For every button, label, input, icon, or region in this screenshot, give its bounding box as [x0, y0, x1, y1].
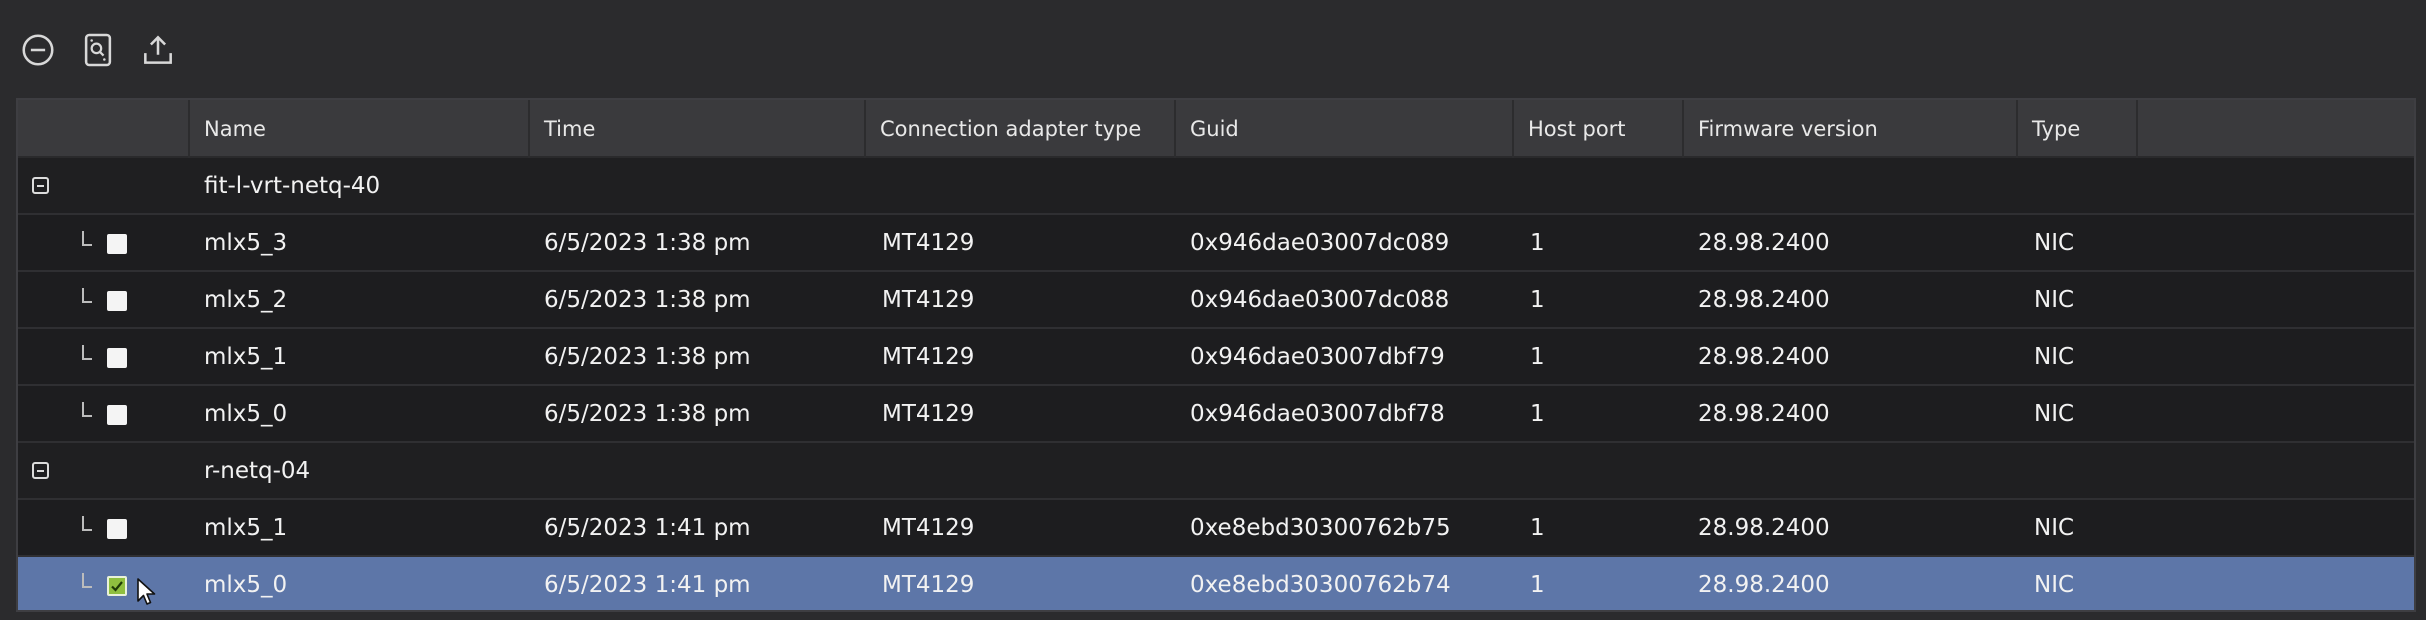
cell-adapter: MT4129: [882, 230, 975, 256]
cell-adapter: MT4129: [882, 344, 975, 370]
cell-time: 6/5/2023 1:38 pm: [544, 344, 751, 370]
table-header: Name Time Connection adapter type Guid H…: [18, 100, 2414, 158]
cell-type: NIC: [2034, 230, 2075, 256]
row-checkbox-checked[interactable]: [107, 576, 127, 596]
cell-time: 6/5/2023 1:38 pm: [544, 401, 751, 427]
row-checkbox[interactable]: [107, 291, 127, 311]
table-row[interactable]: mlx5_0 6/5/2023 1:38 pm MT4129 0x946dae0…: [18, 386, 2414, 443]
cell-guid: 0xe8ebd30300762b75: [1190, 515, 1451, 541]
cell-time: 6/5/2023 1:38 pm: [544, 230, 751, 256]
cell-name: mlx5_3: [204, 230, 288, 256]
column-header-guid[interactable]: Guid: [1174, 100, 1512, 158]
row-checkbox[interactable]: [107, 348, 127, 368]
cell-time: 6/5/2023 1:41 pm: [544, 572, 751, 598]
cell-name: mlx5_1: [204, 344, 288, 370]
cell-adapter: MT4129: [882, 572, 975, 598]
column-header-type[interactable]: Type: [2016, 100, 2136, 158]
collapse-all-icon: [22, 34, 54, 66]
cell-host-port: 1: [1530, 515, 1545, 541]
group-row[interactable]: r-netq-04: [18, 443, 2414, 500]
table-row[interactable]: mlx5_1 6/5/2023 1:38 pm MT4129 0x946dae0…: [18, 329, 2414, 386]
cell-name: mlx5_1: [204, 515, 288, 541]
row-checkbox[interactable]: [107, 519, 127, 539]
tree-branch-icon: [82, 231, 92, 246]
device-scan-button[interactable]: [74, 26, 122, 74]
cell-type: NIC: [2034, 344, 2075, 370]
collapse-all-button[interactable]: [14, 26, 62, 74]
cell-type: NIC: [2034, 515, 2075, 541]
table-row[interactable]: mlx5_2 6/5/2023 1:38 pm MT4129 0x946dae0…: [18, 272, 2414, 329]
export-button[interactable]: [134, 26, 182, 74]
tree-branch-icon: [82, 288, 92, 303]
cell-guid: 0xe8ebd30300762b74: [1190, 572, 1451, 598]
cell-adapter: MT4129: [882, 287, 975, 313]
row-checkbox[interactable]: [107, 234, 127, 254]
group-row[interactable]: fit-l-vrt-netq-40: [18, 158, 2414, 215]
column-header-host-port[interactable]: Host port: [1512, 100, 1682, 158]
cell-firmware: 28.98.2400: [1698, 572, 1830, 598]
cell-name: mlx5_0: [204, 401, 288, 427]
column-header-filler: [2136, 100, 2414, 158]
mouse-pointer-icon: [137, 578, 156, 605]
adapters-table: Name Time Connection adapter type Guid H…: [16, 98, 2416, 612]
tree-branch-icon: [82, 516, 92, 531]
cell-host-port: 1: [1530, 401, 1545, 427]
table-row-selected[interactable]: mlx5_0 6/5/2023 1:41 pm MT4129 0xe8ebd30…: [18, 557, 2414, 610]
cell-host-port: 1: [1530, 230, 1545, 256]
cell-host-port: 1: [1530, 572, 1545, 598]
collapse-toggle-icon[interactable]: [32, 177, 49, 194]
column-header-firmware[interactable]: Firmware version: [1682, 100, 2016, 158]
table-row[interactable]: mlx5_3 6/5/2023 1:38 pm MT4129 0x946dae0…: [18, 215, 2414, 272]
cell-guid: 0x946dae03007dc089: [1190, 230, 1450, 256]
cell-host-port: 1: [1530, 344, 1545, 370]
cell-host-port: 1: [1530, 287, 1545, 313]
cell-firmware: 28.98.2400: [1698, 287, 1830, 313]
cell-type: NIC: [2034, 287, 2075, 313]
cell-name: mlx5_2: [204, 287, 288, 313]
column-header-select[interactable]: [18, 100, 188, 158]
device-scan-icon: [84, 33, 112, 67]
cell-firmware: 28.98.2400: [1698, 230, 1830, 256]
table-row[interactable]: mlx5_1 6/5/2023 1:41 pm MT4129 0xe8ebd30…: [18, 500, 2414, 557]
toolbar: [14, 26, 182, 74]
column-header-time[interactable]: Time: [528, 100, 864, 158]
tree-branch-icon: [82, 573, 92, 588]
row-checkbox[interactable]: [107, 405, 127, 425]
group-host-name: r-netq-04: [204, 458, 311, 484]
cell-firmware: 28.98.2400: [1698, 344, 1830, 370]
cell-guid: 0x946dae03007dbf78: [1190, 401, 1445, 427]
group-host-name: fit-l-vrt-netq-40: [204, 173, 381, 199]
cell-firmware: 28.98.2400: [1698, 401, 1830, 427]
cell-time: 6/5/2023 1:38 pm: [544, 287, 751, 313]
cell-firmware: 28.98.2400: [1698, 515, 1830, 541]
column-header-adapter[interactable]: Connection adapter type: [864, 100, 1174, 158]
collapse-toggle-icon[interactable]: [32, 462, 49, 479]
cell-time: 6/5/2023 1:41 pm: [544, 515, 751, 541]
tree-branch-icon: [82, 345, 92, 360]
cell-type: NIC: [2034, 401, 2075, 427]
cell-name: mlx5_0: [204, 572, 288, 598]
export-icon: [144, 35, 172, 64]
column-header-name[interactable]: Name: [188, 100, 528, 158]
tree-branch-icon: [82, 402, 92, 417]
cell-type: NIC: [2034, 572, 2075, 598]
cell-guid: 0x946dae03007dc088: [1190, 287, 1450, 313]
checkmark-icon: [111, 581, 123, 592]
cell-adapter: MT4129: [882, 401, 975, 427]
cell-guid: 0x946dae03007dbf79: [1190, 344, 1445, 370]
cell-adapter: MT4129: [882, 515, 975, 541]
